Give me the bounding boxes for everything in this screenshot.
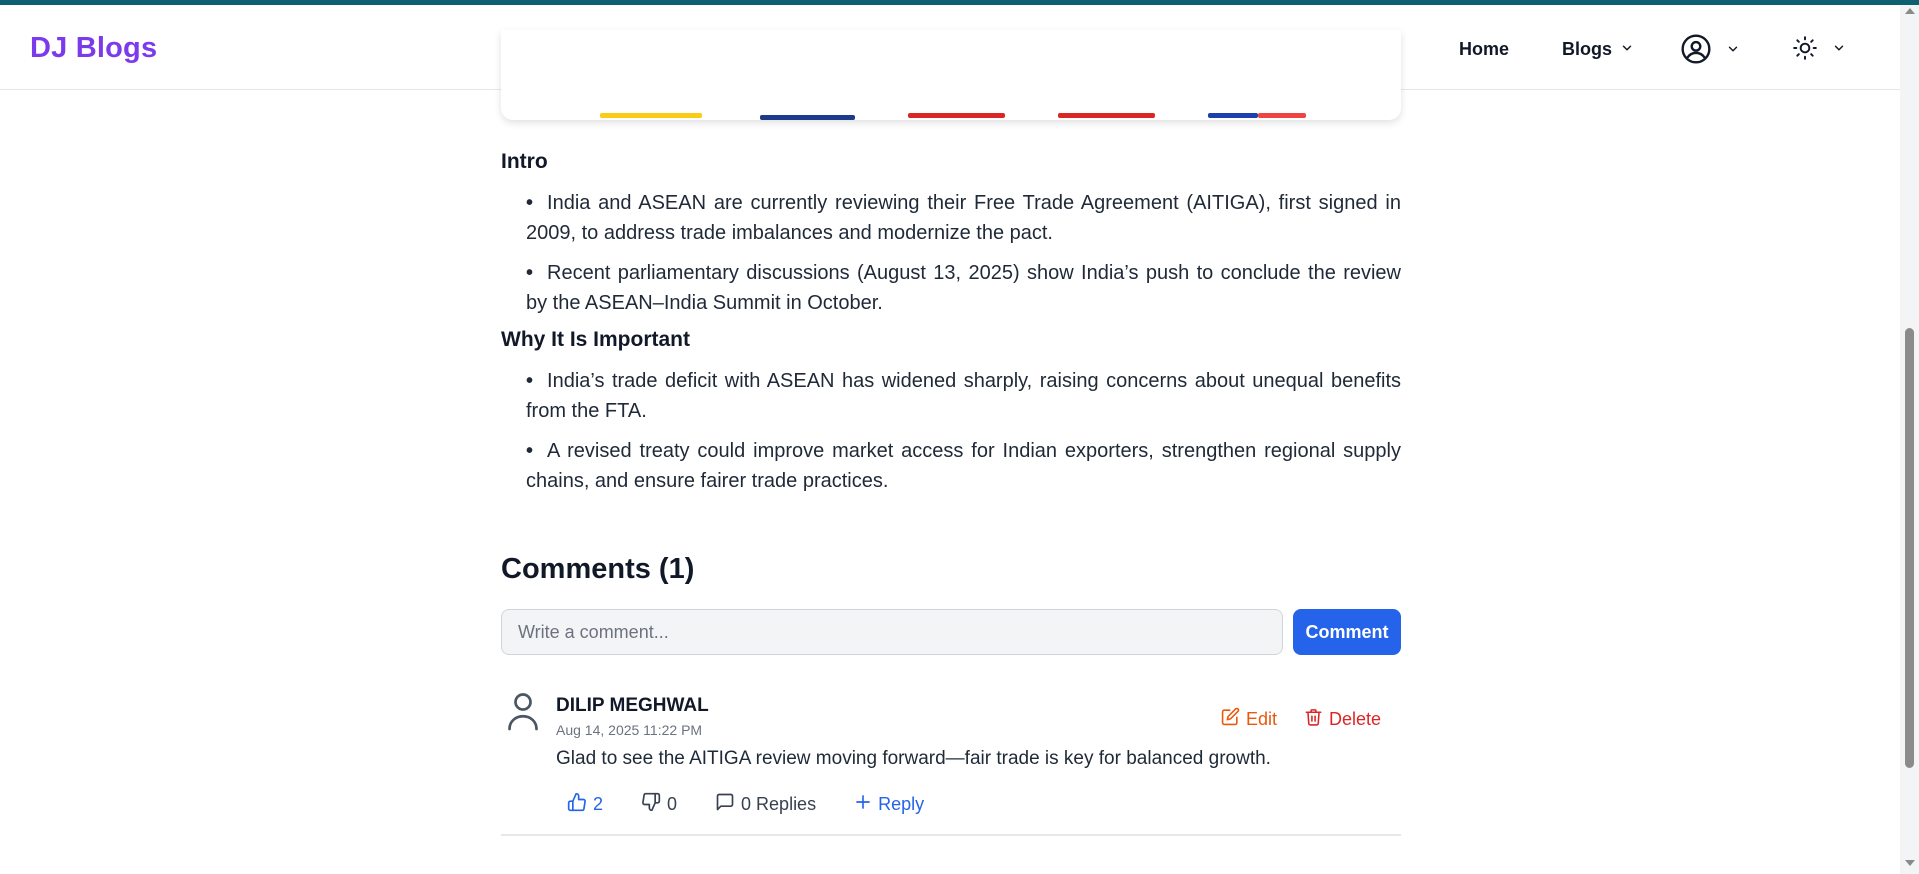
comments-heading: Comments (1) <box>501 553 695 585</box>
flag-strip <box>908 113 1005 118</box>
nav-blogs-label: Blogs <box>1562 39 1613 59</box>
user-circle-icon <box>1680 33 1712 70</box>
list-item: • India’s trade deficit with ASEAN has wi… <box>526 370 1401 422</box>
list-item: • Recent parliamentary discussions (Augus… <box>526 262 1401 314</box>
dislike-button[interactable]: 0 <box>641 792 677 817</box>
comment-timestamp: Aug 14, 2025 11:22 PM <box>556 722 703 738</box>
edit-comment-button[interactable]: Edit <box>1221 707 1277 731</box>
sun-icon <box>1792 35 1818 66</box>
user-menu-dropdown[interactable] <box>1680 33 1740 70</box>
flag-strip <box>1208 113 1258 118</box>
theme-toggle-dropdown[interactable] <box>1792 35 1846 66</box>
bullet-text: A revised treaty could improve market ac… <box>526 440 1401 492</box>
comment-item: DILIP MEGHWAL Aug 14, 2025 11:22 PM Edit… <box>501 688 1401 836</box>
section-title-intro: Intro <box>501 150 548 173</box>
comment-submit-button[interactable]: Comment <box>1293 609 1401 655</box>
thumbs-down-icon <box>641 792 661 817</box>
chevron-down-icon <box>1832 41 1846 60</box>
comment-actions: 2 0 0 Replies Reply <box>567 792 962 817</box>
chevron-down-icon <box>1726 42 1740 61</box>
scroll-up-arrow-icon[interactable] <box>1905 8 1915 14</box>
scroll-down-arrow-icon[interactable] <box>1905 860 1915 866</box>
nav-blogs-dropdown[interactable]: Blogs <box>1562 39 1634 60</box>
section-title-why-important: Why It Is Important <box>501 328 690 351</box>
like-count: 2 <box>593 794 604 814</box>
nav-home-link[interactable]: Home <box>1459 39 1509 60</box>
trash-icon <box>1304 707 1323 732</box>
chevron-down-icon <box>1620 39 1634 60</box>
delete-comment-button[interactable]: Delete <box>1304 707 1381 732</box>
list-item: • India and ASEAN are currently reviewing… <box>526 192 1401 244</box>
reply-label: Reply <box>878 794 925 814</box>
list-item: • A revised treaty could improve market a… <box>526 440 1401 492</box>
article-body: Intro • India and ASEAN are currently rev… <box>501 150 1401 506</box>
flag-strip <box>760 115 855 120</box>
importance-bullet-list: • India’s trade deficit with ASEAN has wi… <box>501 366 1401 496</box>
view-replies-button[interactable]: 0 Replies <box>715 792 816 817</box>
edit-label: Edit <box>1246 708 1278 729</box>
scrollbar-thumb[interactable] <box>1905 328 1914 768</box>
replies-label: 0 Replies <box>741 794 817 814</box>
chat-bubble-icon <box>715 792 735 817</box>
flag-strip <box>600 113 702 118</box>
bullet-text: India’s trade deficit with ASEAN has wid… <box>526 370 1401 422</box>
bullet-text: India and ASEAN are currently reviewing … <box>526 192 1401 244</box>
user-avatar-icon <box>505 690 541 737</box>
brand-logo[interactable]: DJ Blogs <box>30 32 157 65</box>
bullet-text: Recent parliamentary discussions (August… <box>526 262 1401 314</box>
thumbs-up-icon <box>567 792 587 817</box>
edit-icon <box>1221 707 1240 731</box>
comment-input[interactable] <box>501 609 1283 655</box>
flag-strip <box>1258 113 1306 118</box>
like-button[interactable]: 2 <box>567 792 603 817</box>
reply-button[interactable]: Reply <box>854 793 924 816</box>
dislike-count: 0 <box>667 794 678 814</box>
comment-text: Glad to see the AITIGA review moving for… <box>556 748 1271 769</box>
article-cover-image <box>501 30 1401 120</box>
intro-bullet-list: • India and ASEAN are currently reviewing… <box>501 188 1401 318</box>
delete-label: Delete <box>1329 709 1382 729</box>
flag-strip <box>1058 113 1155 118</box>
plus-icon <box>854 793 872 816</box>
comment-author: DILIP MEGHWAL <box>556 695 709 716</box>
